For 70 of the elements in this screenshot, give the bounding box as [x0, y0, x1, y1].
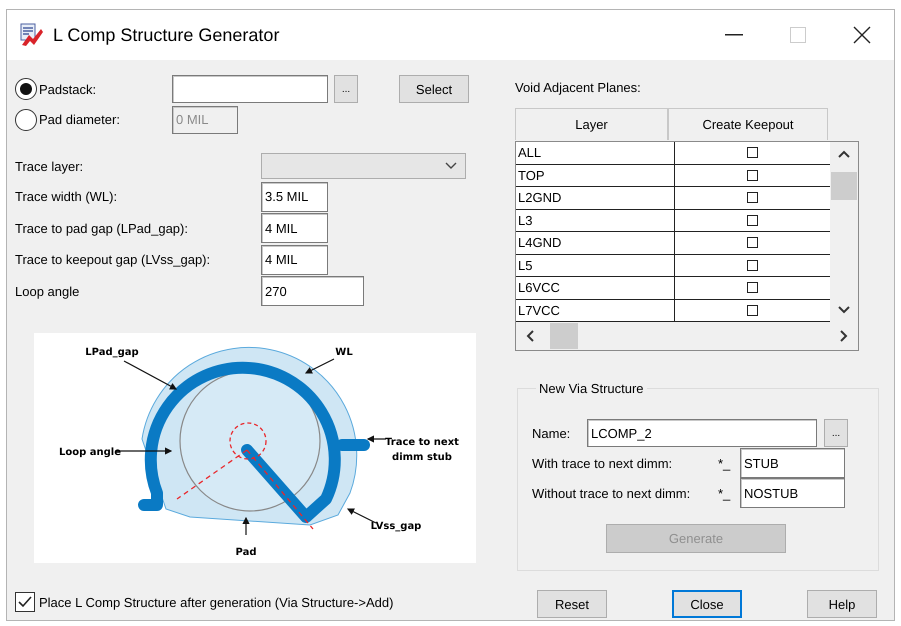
keepout-checkbox[interactable] [747, 237, 758, 248]
section-heading: Void Adjacent Planes: [515, 80, 642, 97]
name-field[interactable]: LCOMP_2 [587, 419, 817, 447]
minimize-icon[interactable] [725, 34, 743, 36]
suffix-field[interactable]: STUB [740, 448, 845, 478]
dialog-button[interactable]: Help [807, 590, 877, 618]
field-label: Trace width (WL): [15, 189, 118, 204]
dialog-button[interactable]: Close [672, 590, 742, 618]
diagram-label: dimm stub [392, 452, 452, 463]
suffix-prefix: *_ [718, 456, 732, 470]
diagram-label: WL [335, 347, 353, 358]
suffix-prefix: *_ [718, 486, 732, 500]
diagram-label: Pad [236, 547, 256, 558]
column-header[interactable]: Layer [515, 108, 668, 140]
field-label: Trace layer: [15, 158, 84, 174]
radio-button[interactable] [15, 108, 37, 130]
suffix-field[interactable]: NOSTUB [740, 478, 845, 508]
keepout-checkbox[interactable] [747, 214, 758, 226]
radio-label: Padstack: [39, 82, 96, 96]
scroll-thumb[interactable] [550, 323, 578, 349]
close-icon[interactable] [853, 26, 871, 44]
table-cell: ALL [516, 142, 675, 164]
group-title: New Via Structure [538, 381, 645, 396]
field-label: Trace to pad gap (LPad_gap): [15, 220, 189, 236]
input-field[interactable]: 270 [261, 276, 364, 306]
leader-arrow [124, 360, 178, 390]
select-button[interactable]: Select [399, 75, 469, 103]
diagram-label: Trace to next [385, 437, 459, 448]
checkbox[interactable] [15, 592, 35, 612]
table-cell: L4GND [516, 232, 675, 254]
keepout-checkbox[interactable] [747, 147, 758, 158]
app-icon [19, 23, 45, 47]
padstack-field[interactable] [172, 75, 328, 103]
checkmark-icon [17, 595, 33, 609]
keepout-checkbox[interactable] [747, 170, 758, 181]
keepout-checkbox[interactable] [747, 282, 758, 294]
field-label: Without trace to next dimm: [532, 486, 692, 500]
field-label: With trace to next dimm: [532, 456, 674, 470]
vertical-scrollbar[interactable] [830, 142, 858, 322]
dialog-button[interactable]: Reset [537, 590, 607, 618]
field-label: Trace to keepout gap (LVss_gap): [15, 252, 212, 268]
table-cell: L2GND [516, 187, 675, 208]
field-label: Name: [532, 426, 572, 440]
keepout-checkbox[interactable] [747, 192, 758, 204]
table-cell: TOP [516, 164, 675, 186]
keepout-checkbox[interactable] [747, 304, 758, 316]
browse-button[interactable]: ... [824, 419, 848, 447]
diagram-label: LPad_gap [85, 347, 139, 358]
horizontal-scrollbar[interactable] [516, 322, 858, 350]
leader-arrow [366, 435, 386, 443]
input-field[interactable]: 4 MIL [261, 244, 328, 275]
checkbox-label: Place L Comp Structure after generation (Via Structure->Add) [39, 594, 394, 610]
radio-button[interactable] [15, 78, 37, 100]
field-label: Loop angle [15, 284, 80, 299]
table-cell: L5 [516, 254, 675, 276]
table-cell: L3 [516, 210, 675, 231]
diagram-label: Loop angle [59, 447, 121, 458]
table-cell: L6VCC [516, 277, 675, 298]
table-cell: L7VCC [516, 300, 675, 321]
diagram-label: LVss_gap [370, 521, 422, 532]
input-field[interactable]: 4 MIL [261, 213, 328, 244]
column-header[interactable]: Create Keepout [668, 108, 828, 140]
leader-arrow [242, 516, 250, 535]
leader-arrow [304, 358, 334, 374]
keepout-checkbox[interactable] [747, 260, 758, 271]
window-title: L Comp Structure Generator [53, 24, 280, 46]
radio-label: Pad diameter: [39, 112, 120, 127]
browse-button[interactable]: ... [334, 75, 358, 103]
scroll-thumb[interactable] [831, 172, 857, 200]
input-field[interactable]: 3.5 MIL [261, 182, 328, 212]
